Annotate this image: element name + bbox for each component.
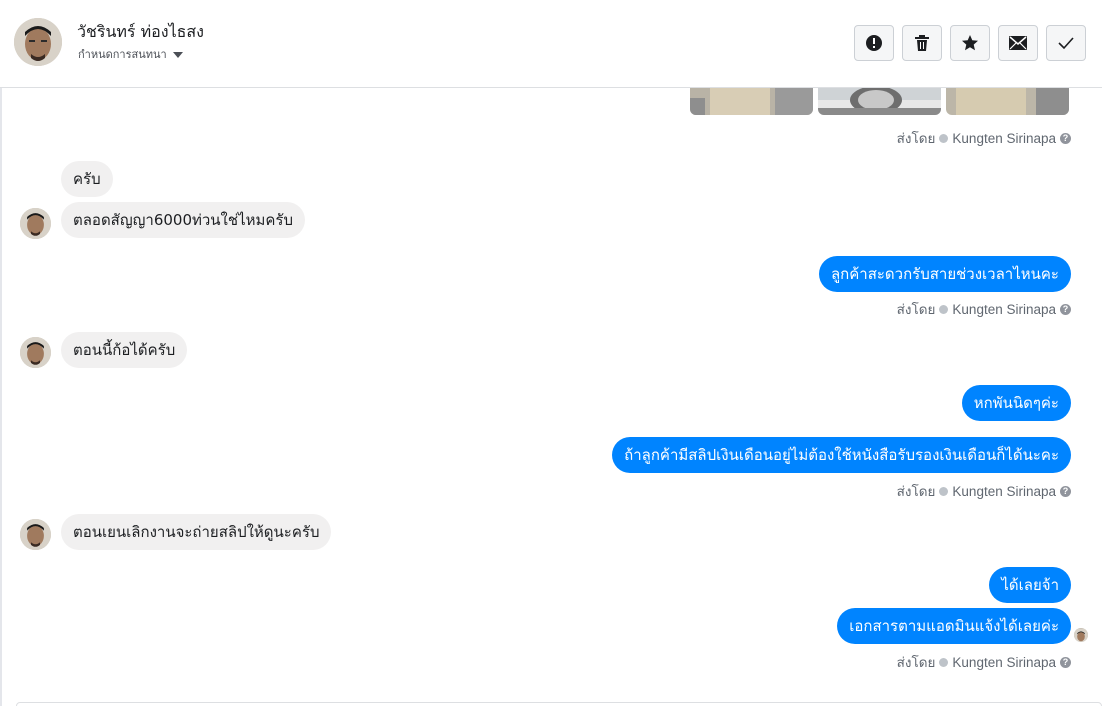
mark-done-button[interactable]	[1046, 25, 1086, 61]
mark-unread-button[interactable]	[998, 25, 1038, 61]
outgoing-message[interactable]: หกพันนิดๆค่ะ	[961, 385, 1071, 421]
contact-avatar[interactable]	[14, 18, 62, 66]
sender-name[interactable]: Kungten Sirinapa	[952, 131, 1056, 146]
contact-avatar-small	[20, 519, 51, 550]
envelope-icon	[1009, 36, 1027, 50]
verified-icon	[939, 304, 949, 314]
sent-by-prefix: ส่งโดย	[896, 302, 936, 317]
seen-indicator-avatar	[1074, 628, 1088, 642]
incoming-message[interactable]: ตอนเยนเลิกงานจะถ่ายสลิปให้ดูนะครับ	[61, 514, 332, 550]
help-icon[interactable]: ?	[1060, 303, 1071, 315]
verified-icon	[939, 486, 949, 496]
sender-name[interactable]: Kungten Sirinapa	[952, 655, 1056, 670]
star-icon	[962, 35, 978, 51]
incoming-message[interactable]: ครับ	[61, 161, 113, 197]
photo-thumbnail[interactable]	[946, 88, 1069, 115]
sender-name[interactable]: Kungten Sirinapa	[952, 302, 1056, 317]
verified-icon	[939, 133, 949, 143]
help-icon[interactable]: ?	[1060, 656, 1071, 668]
incoming-message[interactable]: ตลอดสัญญา6000ท่วนใช่ไหมครับ	[61, 202, 305, 238]
check-icon	[1058, 37, 1074, 50]
outgoing-message[interactable]: ได้เลยจ้า	[989, 567, 1071, 603]
mark-spam-button[interactable]	[854, 25, 894, 61]
outgoing-message[interactable]: เอกสารตามแอดมินแจ้งได้เลยค่ะ	[837, 608, 1071, 644]
outgoing-message[interactable]: ถ้าลูกค้ามีสลิปเงินเดือนอยู่ไม่ต้องใช้หน…	[612, 437, 1071, 473]
sent-by-label: ส่งโดย Kungten Sirinapa ?	[897, 127, 1071, 149]
photo-thumbnail[interactable]	[690, 88, 813, 115]
sent-by-label: ส่งโดย Kungten Sirinapa ?	[897, 298, 1071, 320]
outgoing-message[interactable]: ลูกค้าสะดวกรับสายช่วงเวลาไหนคะ	[818, 256, 1071, 292]
sent-by-prefix: ส่งโดย	[896, 484, 936, 499]
conversation-header: วัชรินทร์ ท่องไธสง กำหนดการสนทนา	[0, 0, 1102, 88]
conversation-options-dropdown[interactable]: กำหนดการสนทนา	[78, 45, 183, 63]
sent-by-prefix: ส่งโดย	[896, 131, 936, 146]
conversation-options-label: กำหนดการสนทนา	[78, 48, 167, 61]
alert-icon	[866, 35, 882, 51]
star-button[interactable]	[950, 25, 990, 61]
help-icon[interactable]: ?	[1060, 485, 1071, 497]
message-composer[interactable]	[16, 702, 1102, 706]
sent-by-label: ส่งโดย Kungten Sirinapa ?	[897, 480, 1071, 502]
photo-thumbnail[interactable]	[818, 88, 941, 115]
help-icon[interactable]: ?	[1060, 132, 1071, 144]
contact-avatar-small	[20, 337, 51, 368]
delete-button[interactable]	[902, 25, 942, 61]
sent-by-label: ส่งโดย Kungten Sirinapa ?	[897, 651, 1071, 673]
contact-avatar-small	[20, 208, 51, 239]
trash-icon	[915, 35, 929, 51]
panel-edge	[0, 88, 2, 706]
incoming-message[interactable]: ตอนนี้ก้อได้ครับ	[61, 332, 188, 368]
sender-name[interactable]: Kungten Sirinapa	[952, 484, 1056, 499]
contact-name: วัชรินทร์ ท่องไธสง	[77, 22, 204, 41]
caret-down-icon	[172, 52, 183, 58]
sent-by-prefix: ส่งโดย	[896, 655, 936, 670]
verified-icon	[939, 657, 949, 667]
